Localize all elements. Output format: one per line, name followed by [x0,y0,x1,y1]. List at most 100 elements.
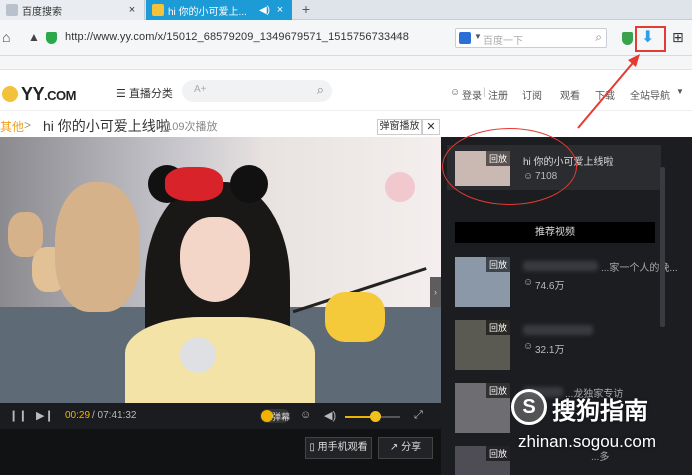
baidu-favicon-icon [6,4,18,16]
mobile-watch-button[interactable]: ▯ 用手机观看 [305,437,372,459]
yy-favicon-icon [152,4,164,16]
sidebar-scrollbar[interactable] [660,167,665,327]
register-link[interactable]: 注册 [488,87,508,102]
blurred-title [523,325,593,335]
apps-grid-icon[interactable]: ⊞ [672,29,684,46]
browser-search-input[interactable]: ▼ 百度一下 ⌕ [455,28,607,48]
video-item-count: 74.6万 [535,281,565,292]
video-body [125,317,315,403]
speaker-icon[interactable]: ◀) [259,5,270,16]
video-thumbnail: 回放 [455,446,510,475]
category-menu[interactable]: ☰ 直播分类 [116,85,173,101]
video-thumbnail: 回放 [455,257,510,307]
close-icon[interactable]: × [274,4,286,16]
site-header: YY.COM ☰ 直播分类 A+ ⌕ ☺ 登录 | 注册 订阅 观看 下载 全站… [0,71,692,111]
user-icon[interactable]: ☺ [300,409,311,421]
video-face [180,217,250,302]
video-microphone [180,337,216,373]
replay-badge: 回放 [485,446,510,461]
fullscreen-icon[interactable]: ⤢ [414,409,423,422]
total-time: / 07:41:32 [92,410,137,421]
shield-icon[interactable] [46,32,57,44]
views-icon: ☺ [523,341,534,352]
video-thumbnail: 回放 [455,383,510,433]
close-popup-button[interactable]: ✕ [422,119,440,135]
annotation-ellipse [442,128,577,205]
extension-shield-icon[interactable] [622,32,633,45]
mobile-watch-label: 用手机观看 [317,442,368,453]
video-item-count: 32.1万 [535,345,565,356]
watch-link[interactable]: 观看 [560,87,580,102]
play-count: 7109次播放 [160,121,218,133]
video-bow [165,167,223,201]
user-icon[interactable]: ☺ [450,87,460,98]
site-nav-link[interactable]: 全站导航 [630,87,670,102]
yy-logo[interactable]: YY.COM [2,84,76,105]
video-item-title: ...家一个人的晚... [601,263,678,274]
logo-suffix: .COM [44,88,76,103]
watermark-url: zhinan.sogou.com [518,432,656,451]
replay-badge: 回放 [485,320,510,335]
current-time: 00:29 [65,410,91,421]
volume-handle[interactable] [370,411,382,422]
url-field[interactable]: http://www.yy.com/x/15012_68579209_13496… [65,31,409,43]
video-title: hi 你的小可爱上线啦 [43,118,170,134]
video-thumbnail: 回放 [455,320,510,370]
search-placeholder: 百度一下 [483,36,523,47]
category-menu-label: 直播分类 [128,88,173,100]
login-link[interactable]: 登录 [462,87,482,102]
menu-icon: ☰ [116,88,126,100]
site-search-placeholder: A+ [194,84,207,95]
video-ear [230,165,268,203]
site-search-input[interactable]: A+ ⌕ [182,80,332,102]
lightning-icon[interactable]: ⚡ [393,30,401,44]
share-button[interactable]: ↗ 分享 [378,437,433,459]
breadcrumb[interactable]: 其他 [0,118,24,135]
video-title-row: 其他 > hi 你的小可爱上线啦 7109次播放 弹窗播放 ✕ [0,111,692,137]
tab-yy-video[interactable]: hi 你的小可爱上... ◀) × [146,0,292,20]
new-tab-button[interactable]: + [297,0,315,20]
security-icon[interactable]: ▲ [28,30,40,44]
screen: 百度搜索 × hi 你的小可爱上... ◀) × + ⌂ ▲ http://ww… [0,0,692,475]
video-toy [385,172,415,202]
pause-icon[interactable]: ❙❙ [9,409,27,422]
blurred-title [523,261,598,271]
player-footer: ▯ 用手机观看 ↗ 分享 [0,429,441,475]
replay-badge: 回放 [485,257,510,272]
video-player[interactable]: › [0,137,441,403]
subscribe-link[interactable]: 订阅 [522,87,542,102]
download-icon[interactable]: ⬇ [641,29,654,47]
tab-label: 百度搜索 [22,6,62,18]
address-bar: ⌂ ▲ http://www.yy.com/x/15012_68579209_1… [0,20,692,56]
chevron-down-icon[interactable]: ▼ [676,87,684,96]
player-controls: ❙❙ ▶❙ 00:29 / 07:41:32 弹幕 ☺ ◀) ⤢ [0,403,441,429]
link-divider: | [483,87,486,98]
danmu-toggle[interactable]: 弹幕 [260,409,290,423]
danmu-label: 弹幕 [272,412,291,422]
browser-tab-bar: 百度搜索 × hi 你的小可爱上... ◀) × + [0,0,692,20]
yy-mascot-icon [2,86,18,102]
phone-icon: ▯ [309,442,315,453]
replay-badge: 回放 [485,383,510,398]
home-icon[interactable]: ⌂ [2,29,10,45]
recommend-header: 推荐视频 [455,222,655,243]
search-icon[interactable]: ⌕ [317,82,324,98]
next-icon[interactable]: ▶❙ [36,409,54,422]
search-icon[interactable]: ⌕ [595,30,602,45]
share-icon: ↗ [389,442,399,453]
download-link[interactable]: 下载 [595,87,615,102]
video-teddy-bear [55,182,140,312]
views-icon: ☺ [523,277,534,288]
volume-icon[interactable]: ◀) [324,409,336,422]
share-label: 分享 [401,442,422,453]
chevron-down-icon[interactable]: ▼ [474,32,482,41]
sidebar-toggle-icon[interactable]: › [430,277,441,307]
bookmarks-bar [0,56,692,70]
tab-label: hi 你的小可爱上... [168,6,247,18]
popup-play-button[interactable]: 弹窗播放 [377,119,422,135]
sogou-logo-icon: S [511,389,547,425]
tab-baidu-search[interactable]: 百度搜索 × [0,0,145,20]
search-engine-icon[interactable] [459,32,471,44]
watermark-text: 搜狗指南 [552,398,648,425]
close-icon[interactable]: × [126,4,138,16]
